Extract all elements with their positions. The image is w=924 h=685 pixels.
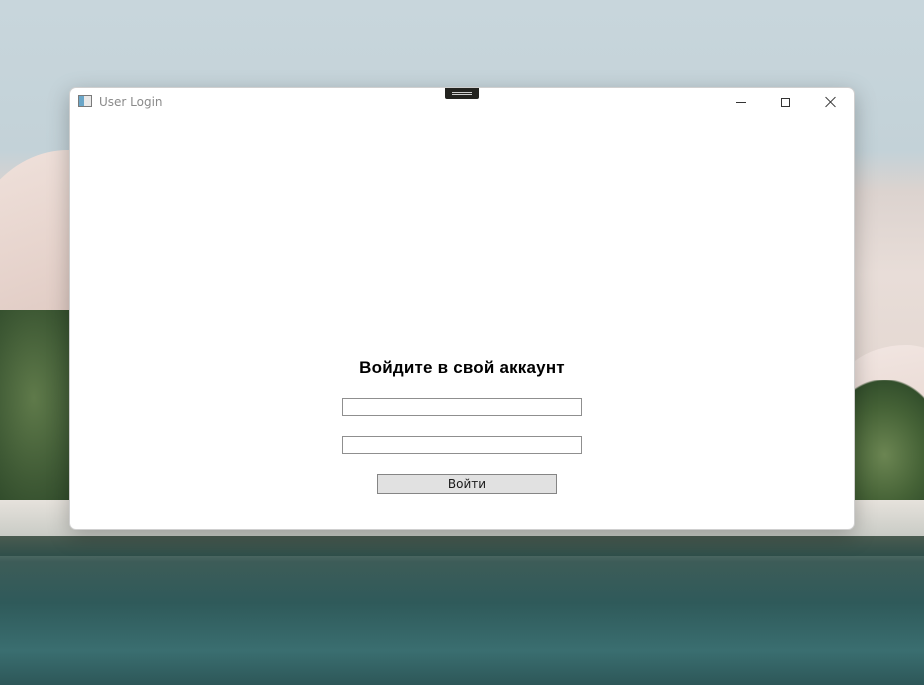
login-window: User Login Войдите в свой аккаунт Войти [69, 87, 855, 530]
maximize-icon [781, 97, 790, 107]
login-button[interactable]: Войти [377, 474, 557, 494]
close-button[interactable] [808, 88, 853, 116]
login-input[interactable] [342, 398, 582, 416]
title-bar[interactable]: User Login [70, 88, 854, 118]
snap-layout-handle[interactable] [445, 88, 479, 99]
maximize-button[interactable] [763, 88, 808, 116]
password-input[interactable] [342, 436, 582, 454]
app-window-icon [78, 95, 92, 107]
login-heading: Войдите в свой аккаунт [359, 358, 565, 377]
minimize-button[interactable] [718, 88, 763, 116]
minimize-icon [735, 101, 746, 103]
window-title: User Login [99, 95, 163, 109]
wallpaper-water [0, 536, 924, 556]
close-icon [825, 96, 837, 108]
